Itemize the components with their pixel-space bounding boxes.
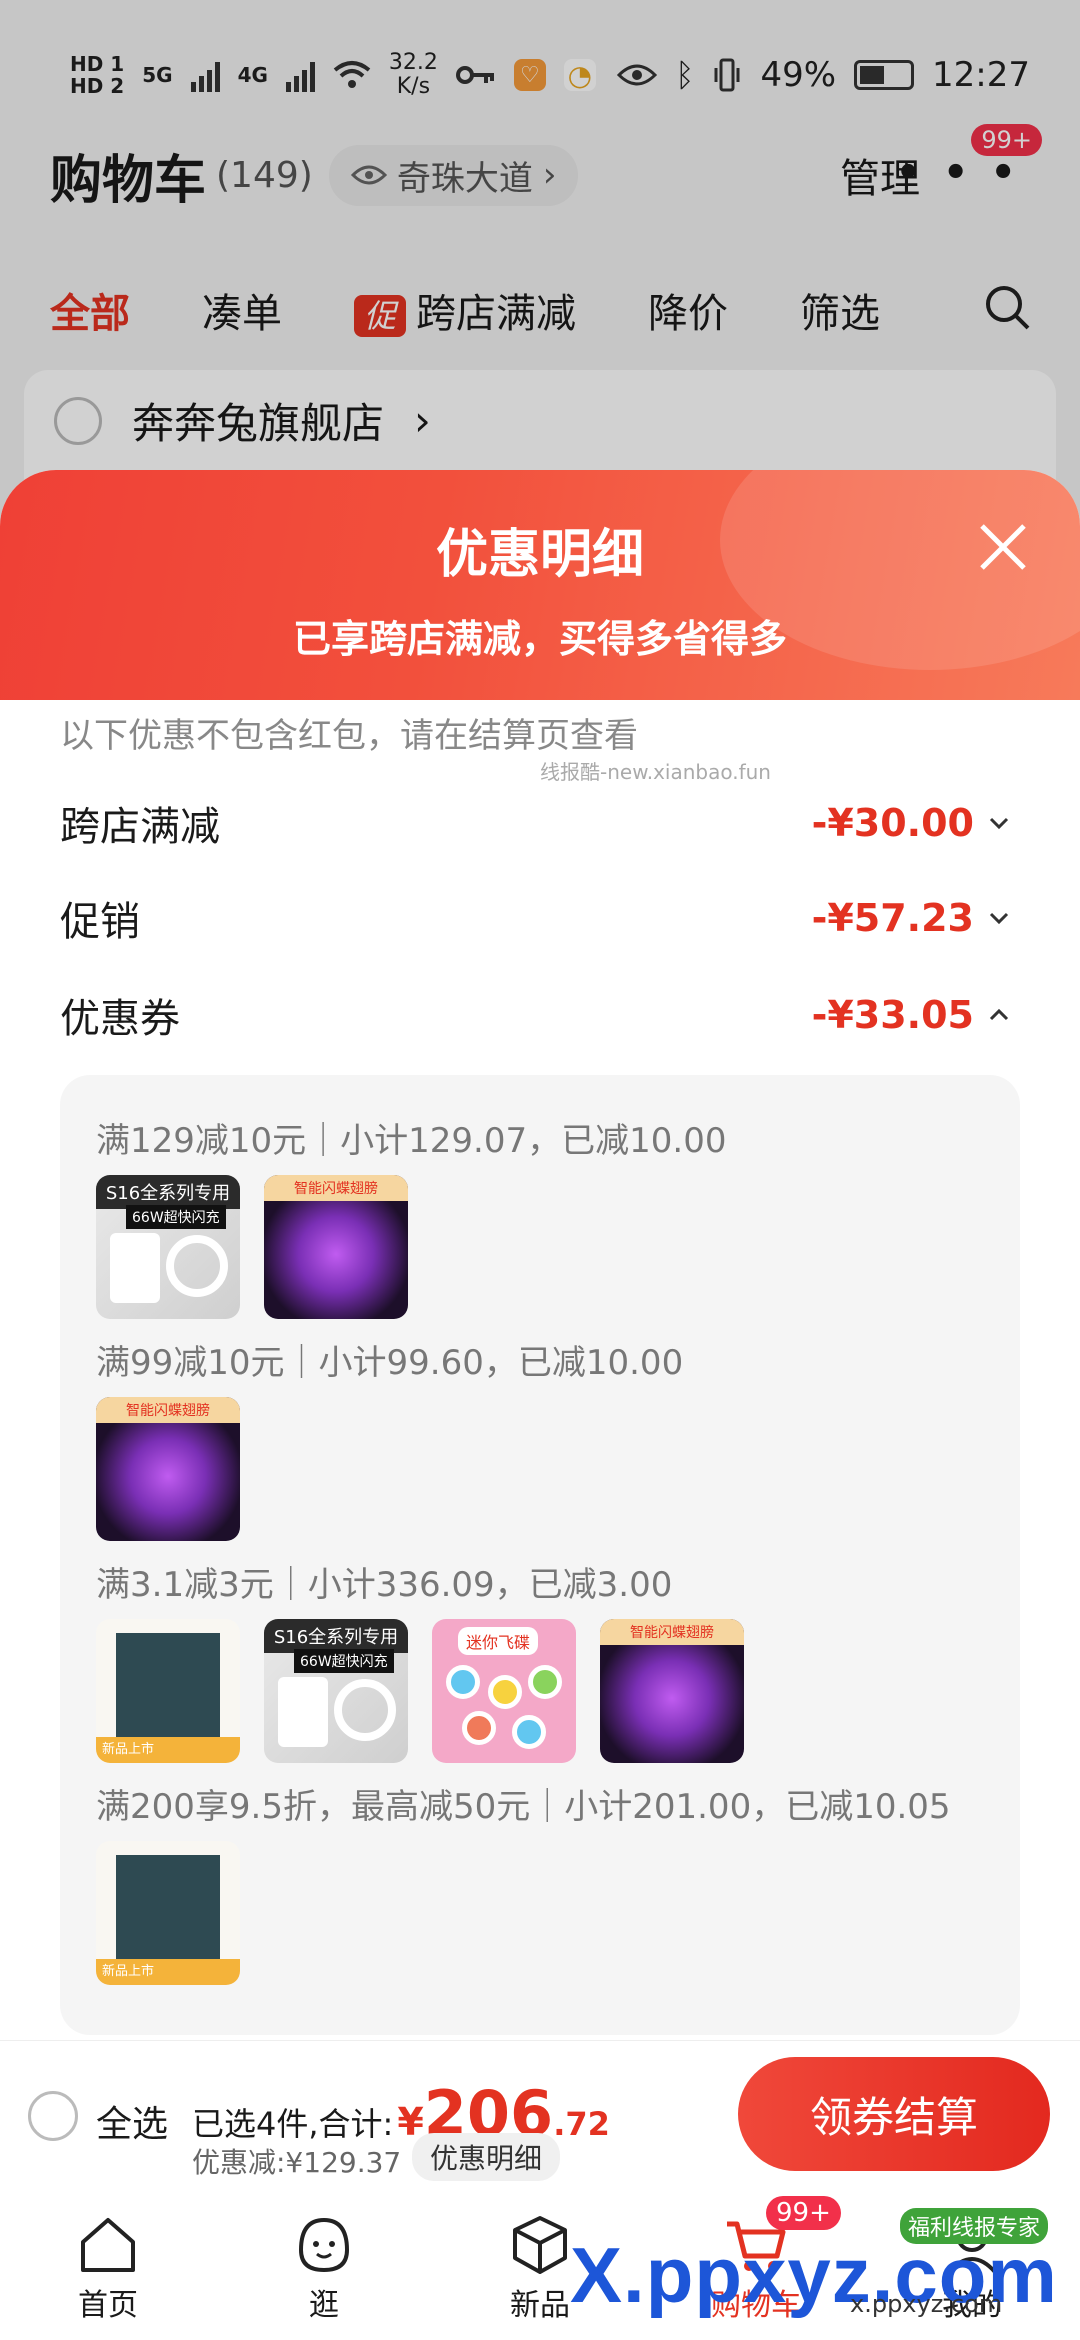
discount-detail-button[interactable]: 优惠明细 xyxy=(412,2133,561,2181)
coupon-breakdown: 满129减10元｜小计129.07，已减10.00 S16全系列专用 66W超快闪… xyxy=(60,1075,1020,2035)
coupon-group-label: 满200享9.5折，最高减50元｜小计201.00，已减10.05 xyxy=(96,1787,951,1827)
product-thumb-wings[interactable]: 智能闪蝶翅膀 xyxy=(600,1619,744,1763)
sheet-note: 以下优惠不包含红包，请在结算页查看 xyxy=(60,716,638,756)
row-promotion[interactable]: 促销 -¥57.23 xyxy=(60,883,1010,953)
coupon-group-label: 满3.1减3元｜小计336.09，已减3.00 xyxy=(96,1565,673,1605)
product-thumb-charger[interactable]: S16全系列专用 66W超快闪充 xyxy=(96,1175,240,1319)
sheet-subtitle: 已享跨店满减，买得多省得多 xyxy=(292,617,787,661)
selected-count: 已选4件,合计: xyxy=(192,2105,394,2143)
product-thumb-book[interactable]: 新品上市 xyxy=(96,1841,240,1985)
sheet-header: 优惠明细 已享跨店满减，买得多省得多 xyxy=(0,470,1080,700)
chevron-down-icon xyxy=(989,912,1009,925)
nav-label: 逛 xyxy=(309,2288,339,2323)
checkout-button[interactable]: 领券结算 xyxy=(738,2057,1050,2171)
product-thumb-book[interactable]: 新品上市 xyxy=(96,1619,240,1763)
row-label: 优惠券 xyxy=(60,996,180,1042)
coupon-group-products: 新品上市 S16全系列专用 66W超快闪充 迷你飞碟 智能闪蝶翅膀 xyxy=(96,1619,744,1763)
nav-label: 首页 xyxy=(78,2288,138,2323)
product-thumb-wings[interactable]: 智能闪蝶翅膀 xyxy=(264,1175,408,1319)
coupon-group-label: 满129减10元｜小计129.07，已减10.00 xyxy=(96,1121,727,1161)
cart-badge: 99+ xyxy=(766,2196,841,2230)
row-amount: -¥57.23 xyxy=(811,896,974,940)
watermark-url: x.ppxyz.com xyxy=(850,2290,1003,2318)
chevron-up-icon xyxy=(989,1008,1009,1021)
nav-label: 新品 xyxy=(510,2288,570,2323)
select-all-label[interactable]: 全选 xyxy=(96,2095,168,2147)
browse-face-icon xyxy=(298,2217,350,2273)
discount-detail-sheet: 优惠明细 已享跨店满减，买得多省得多 以下优惠不包含红包，请在结算页查看 线报酷… xyxy=(0,470,1080,2040)
row-amount: -¥33.05 xyxy=(811,993,974,1037)
coupon-group-products: 智能闪蝶翅膀 xyxy=(96,1397,240,1541)
box-icon xyxy=(513,2216,567,2274)
row-label: 促销 xyxy=(60,899,140,945)
total-decimal: .72 xyxy=(553,2105,610,2143)
product-thumb-toy[interactable]: 迷你飞碟 xyxy=(432,1619,576,1763)
row-cross-store[interactable]: 跨店满减 -¥30.00 xyxy=(60,788,1010,858)
row-amount: -¥30.00 xyxy=(811,801,974,845)
nav-browse[interactable]: 逛 xyxy=(224,2192,424,2340)
checkout-bar: 全选 已选4件,合计: ¥ 206 .72 优惠减:¥129.37 优惠明细 领… xyxy=(0,2040,1080,2192)
coupon-group-products: 新品上市 xyxy=(96,1841,240,1985)
nav-home[interactable]: 首页 xyxy=(8,2192,208,2340)
discount-total: 优惠减:¥129.37 xyxy=(192,2146,402,2179)
coupon-group-products: S16全系列专用 66W超快闪充 智能闪蝶翅膀 xyxy=(96,1175,408,1319)
home-icon xyxy=(81,2218,135,2272)
chevron-down-icon xyxy=(989,817,1009,830)
row-coupon[interactable]: 优惠券 -¥33.05 xyxy=(60,980,1010,1050)
product-thumb-charger[interactable]: S16全系列专用 66W超快闪充 xyxy=(264,1619,408,1763)
watermark: 线报酷-new.xianbao.fun xyxy=(540,760,771,784)
close-icon[interactable] xyxy=(976,520,1030,574)
row-label: 跨店满减 xyxy=(60,804,220,850)
watermark-logo: 福利线报专家 xyxy=(900,2208,1049,2244)
sheet-title: 优惠明细 xyxy=(435,525,644,585)
coupon-group-label: 满99减10元｜小计99.60，已减10.00 xyxy=(96,1343,684,1383)
select-all-checkbox[interactable] xyxy=(28,2091,78,2141)
product-thumb-wings[interactable]: 智能闪蝶翅膀 xyxy=(96,1397,240,1541)
